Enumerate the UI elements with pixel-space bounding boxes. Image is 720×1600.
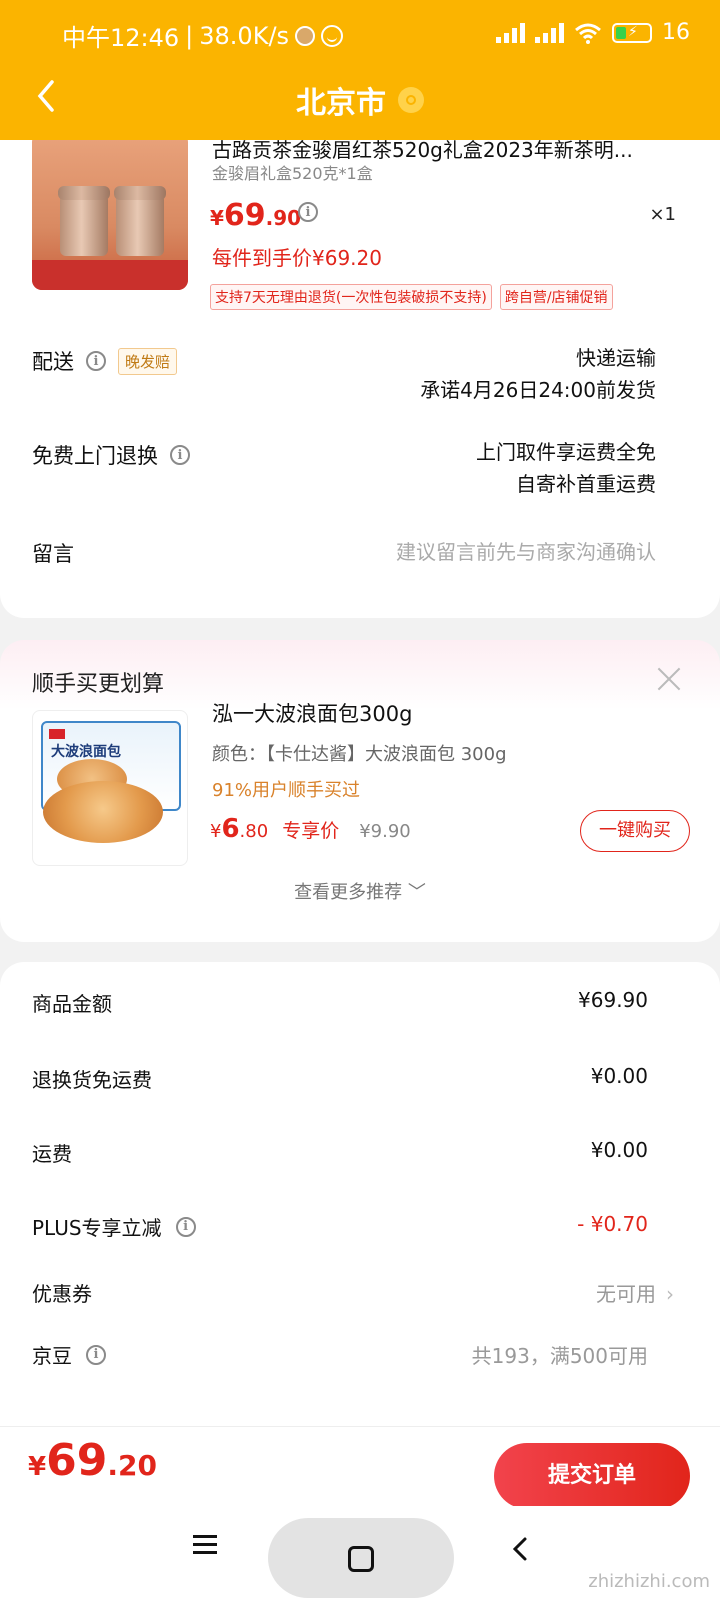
product-spec: 金骏眉礼盒520克*1盒 <box>212 164 373 183</box>
wifi-icon <box>575 23 601 44</box>
signal-2-icon <box>535 22 564 43</box>
bread-box-text: 大波浪面包 <box>51 744 121 760</box>
recommend-spec: 颜色：【卡仕达酱】大波浪面包 300g <box>212 744 507 765</box>
recommend-product-image[interactable]: 大波浪面包 <box>32 710 188 866</box>
jd-beans-row: 京豆 i 共193，满500可用 <box>32 1340 648 1370</box>
message-input[interactable]: 建议留言前先与商家沟通确认 <box>396 536 656 568</box>
status-bar: 中午12:46 | 38.0K/s ⚡ 16 <box>0 0 720 62</box>
coupon-row[interactable]: 优惠券 无可用 › <box>32 1278 674 1308</box>
battery-icon: ⚡ <box>612 22 652 43</box>
status-left: 中午12:46 | 38.0K/s <box>62 18 344 53</box>
return-info-icon[interactable]: i <box>170 445 190 465</box>
home-icon <box>348 1546 374 1572</box>
recommend-rate: 91%用户顺手买过 <box>212 780 361 801</box>
checkout-bar: ¥69.20 提交订单 <box>0 1426 720 1509</box>
freight-value: ¥0.00 <box>590 1138 648 1162</box>
promo-tag: 跨自营/店铺促销 <box>499 284 613 310</box>
freight-row: 运费 ¥0.00 <box>32 1138 648 1166</box>
return-line-1: 上门取件享运费全免 <box>476 440 656 464</box>
notification-icon <box>295 25 316 46</box>
coupon-value: 无可用 <box>596 1282 656 1306</box>
message-label: 留言 <box>32 542 74 566</box>
product-price: ¥69.90 <box>210 198 302 233</box>
status-right: ⚡ 16 <box>496 20 690 45</box>
back-icon[interactable] <box>506 1534 536 1564</box>
status-time: 中午12:46 <box>62 24 180 52</box>
chevron-right-icon: › <box>666 1282 674 1306</box>
delivery-label-row: 配送 i 晚发赔 <box>32 346 178 376</box>
recommend-section-title: 顺手买更划算 <box>32 672 165 697</box>
return-freight-value: ¥0.00 <box>590 1064 648 1088</box>
return-service-label-row: 免费上门退换 i <box>32 440 190 470</box>
delivery-info[interactable]: 快递运输 承诺4月26日24:00前发货 <box>420 342 656 406</box>
exclusive-price-label: 专享价 <box>282 820 340 842</box>
late-compensation-badge: 晚发赔 <box>118 347 178 375</box>
signal-icon <box>496 22 525 43</box>
product-image[interactable] <box>32 132 188 290</box>
plus-discount-value: - ¥0.70 <box>577 1212 648 1236</box>
submit-order-button[interactable]: 提交订单 <box>494 1443 690 1509</box>
return-freight-row: 退换货免运费 ¥0.00 <box>32 1064 648 1092</box>
network-speed: 38.0K/s <box>199 21 290 50</box>
battery-level: 16 <box>662 20 690 45</box>
beans-info-icon[interactable]: i <box>86 1344 106 1365</box>
original-price: ¥9.90 <box>359 821 411 842</box>
return-service-info[interactable]: 上门取件享运费全免 自寄补首重运费 <box>476 436 656 500</box>
delivery-info-icon[interactable]: i <box>86 351 106 371</box>
return-service-label: 免费上门退换 <box>32 444 158 468</box>
product-quantity: ×1 <box>649 204 676 225</box>
goods-amount-value: ¥69.90 <box>578 988 648 1012</box>
app-face-icon <box>321 24 344 47</box>
recommend-price: ¥6.80 专享价 ¥9.90 <box>210 814 411 844</box>
location-pin-icon <box>398 87 424 113</box>
nav-row: 北京市 <box>0 62 720 140</box>
price-summary-card: 商品金额 ¥69.90 退换货免运费 ¥0.00 运费 ¥0.00 PLUS专享… <box>0 962 720 1432</box>
city-selector[interactable]: 北京市 <box>0 78 720 122</box>
recommend-title[interactable]: 泓一大波浪面包300g <box>212 698 412 728</box>
total-price: ¥69.20 <box>28 1435 157 1486</box>
return-policy-tag: 支持7天无理由退货(一次性包装破损不支持) <box>210 284 492 310</box>
home-button[interactable] <box>268 1518 454 1598</box>
delivery-promise: 承诺4月26日24:00前发货 <box>420 378 656 402</box>
plus-discount-row: PLUS专享立减 i - ¥0.70 <box>32 1212 648 1240</box>
hand-price: 每件到手价¥69.20 <box>212 246 382 270</box>
return-line-2: 自寄补首重运费 <box>516 472 656 496</box>
plus-info-icon[interactable]: i <box>175 1216 196 1237</box>
system-nav-bar: zhizhizhi.com <box>0 1506 720 1600</box>
city-name: 北京市 <box>296 86 386 121</box>
recommend-card: 顺手买更划算 大波浪面包 泓一大波浪面包300g 颜色：【卡仕达酱】大波浪面包 … <box>0 640 720 942</box>
top-header: 中午12:46 | 38.0K/s ⚡ 16 北京市 <box>0 0 720 140</box>
price-info-icon[interactable]: i <box>298 202 318 222</box>
menu-icon[interactable] <box>190 1530 220 1560</box>
product-tags: 支持7天无理由退货(一次性包装破损不支持) 跨自营/店铺促销 <box>210 284 613 310</box>
goods-amount-row: 商品金额 ¥69.90 <box>32 988 648 1016</box>
delivery-method: 快递运输 <box>576 346 656 370</box>
order-product-card: 古路贡茶金骏眉红茶520g礼盒2023年新茶明... 金骏眉礼盒520克*1盒 … <box>0 120 720 618</box>
delivery-label: 配送 <box>32 350 74 374</box>
see-more-recommend[interactable]: 查看更多推荐 ﹀ <box>0 878 720 904</box>
chevron-down-icon: ﹀ <box>407 882 426 903</box>
close-icon[interactable] <box>656 666 682 692</box>
beans-value: 共193，满500可用 <box>471 1344 648 1368</box>
one-click-buy-button[interactable]: 一键购买 <box>580 810 690 852</box>
watermark: zhizhizhi.com <box>588 1571 710 1592</box>
